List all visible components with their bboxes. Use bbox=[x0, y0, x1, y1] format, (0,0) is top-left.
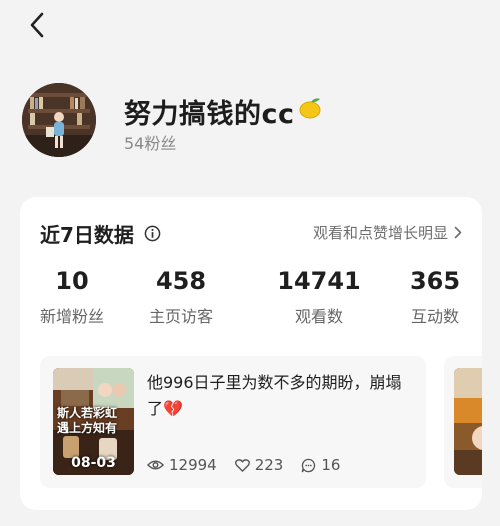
stat-label: 新增粉丝 bbox=[39, 307, 104, 326]
eye-icon bbox=[147, 460, 164, 470]
comments-count: 16 bbox=[321, 456, 341, 474]
post-title: 他996日子里为数不多的期盼，崩塌了💔 bbox=[147, 373, 402, 418]
stat-label: 主页访客 bbox=[148, 307, 213, 326]
stat-interactions[interactable]: 365 互动数 bbox=[380, 265, 482, 327]
stat-label: 互动数 bbox=[410, 307, 459, 326]
lemon-icon bbox=[297, 96, 323, 127]
stat-value: 14741 bbox=[277, 267, 361, 295]
profile-name-row: 努力搞钱的cc bbox=[124, 92, 323, 131]
stat-value: 458 bbox=[155, 267, 207, 295]
thumbnail-caption: 斯人若彩虹 遇上方知有 bbox=[57, 406, 117, 436]
stat-label: 观看数 bbox=[294, 307, 343, 326]
growth-link-label: 观看和点赞增长明显 bbox=[312, 224, 448, 242]
post-item[interactable]: 斯人若彩虹 遇上方知有 08-03 他996日子里为数不多的期盼，崩塌了💔 12… bbox=[40, 356, 426, 488]
card-title-row: 近7日数据 bbox=[40, 219, 161, 248]
stat-views[interactable]: 14741 观看数 bbox=[264, 265, 374, 327]
comments-stat: 16 bbox=[301, 456, 340, 474]
thumbnail-caption-line: 遇上方知有 bbox=[57, 421, 118, 435]
post-stats: 12994 223 16 bbox=[147, 456, 358, 474]
heart-icon bbox=[234, 458, 250, 472]
views-count: 12994 bbox=[169, 456, 217, 474]
comment-icon bbox=[302, 458, 316, 472]
growth-link[interactable]: 观看和点赞增长明显 bbox=[313, 222, 462, 243]
stat-value: 10 bbox=[55, 267, 89, 295]
post-item-next[interactable] bbox=[444, 356, 482, 488]
thumbnail-caption-line: 斯人若彩虹 bbox=[57, 406, 118, 420]
chevron-left-icon bbox=[30, 12, 44, 38]
likes-stat: 223 bbox=[234, 456, 284, 474]
chevron-right-icon bbox=[454, 226, 462, 239]
likes-count: 223 bbox=[254, 456, 284, 474]
post-thumbnail bbox=[454, 368, 482, 475]
stat-new-fans[interactable]: 10 新增粉丝 bbox=[20, 265, 127, 327]
card-title: 近7日数据 bbox=[40, 223, 134, 247]
stat-value: 365 bbox=[409, 267, 461, 295]
fans-count[interactable]: 54粉丝 bbox=[124, 130, 176, 154]
info-circle-icon[interactable] bbox=[144, 225, 161, 242]
back-button[interactable] bbox=[22, 10, 52, 40]
thumbnail-date: 08-03 bbox=[71, 455, 116, 471]
stat-home-visitors[interactable]: 458 主页访客 bbox=[126, 265, 236, 327]
post-thumbnail: 斯人若彩虹 遇上方知有 08-03 bbox=[53, 368, 134, 475]
avatar-image bbox=[22, 83, 96, 157]
avatar[interactable] bbox=[22, 83, 96, 157]
views-stat: 12994 bbox=[147, 456, 217, 474]
stats-card: 近7日数据 观看和点赞增长明显 10 新增粉丝 458 主页访客 14741 观… bbox=[20, 197, 482, 510]
profile-name: 努力搞钱的cc bbox=[124, 99, 295, 130]
